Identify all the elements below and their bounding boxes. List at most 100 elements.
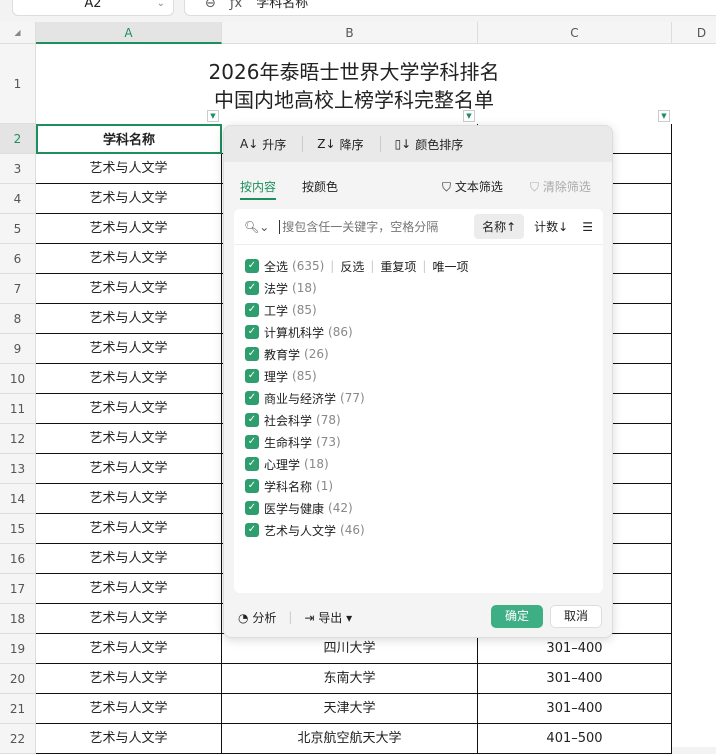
cell-a[interactable]: 艺术与人文学 — [36, 724, 222, 754]
export-button[interactable]: ⇥ 导出 ▾ — [304, 609, 352, 626]
cell-a[interactable]: 艺术与人文学 — [36, 334, 222, 364]
clear-filter-button[interactable]: ⛉ 清除筛选 — [530, 178, 591, 195]
cell-a[interactable]: 艺术与人文学 — [36, 154, 222, 184]
invert-selection-link[interactable]: 反选 — [340, 258, 364, 275]
checkbox-checked-icon[interactable]: ✓ — [245, 479, 259, 493]
checkbox-checked-icon[interactable]: ✓ — [245, 435, 259, 449]
row-header[interactable]: 15 — [0, 514, 36, 544]
cell-b[interactable]: 东南大学 — [222, 664, 478, 694]
filter-value-item[interactable]: ✓ 理学 (85) — [245, 365, 603, 387]
sort-descending-button[interactable]: Z↓ 降序 — [317, 136, 381, 152]
checkbox-checked-icon[interactable]: ✓ — [245, 413, 259, 427]
filter-dropdown-c[interactable]: ▼ — [658, 110, 670, 122]
text-filter-button[interactable]: ⛉ 文本筛选 — [442, 178, 503, 195]
row-header[interactable]: 10 — [0, 364, 36, 394]
row-header[interactable]: 5 — [0, 214, 36, 244]
cell-b[interactable]: 四川大学 — [222, 634, 478, 664]
filter-value-item[interactable]: ✓ 学科名称 (1) — [245, 475, 603, 497]
unique-link[interactable]: 唯一项 — [432, 258, 468, 275]
cell-c[interactable]: 301–400 — [478, 634, 672, 664]
tab-by-color[interactable]: 按颜色 — [302, 178, 338, 195]
cell-a[interactable]: 艺术与人文学 — [36, 604, 222, 634]
cell-a[interactable]: 艺术与人文学 — [36, 694, 222, 724]
row-header[interactable]: 21 — [0, 694, 36, 724]
checkbox-checked-icon[interactable]: ✓ — [245, 259, 259, 273]
cell-a[interactable]: 艺术与人文学 — [36, 484, 222, 514]
search-scope-icon[interactable]: 🔍︎⌄ — [244, 220, 269, 234]
row-header[interactable]: 9 — [0, 334, 36, 364]
cell-c[interactable]: 301–400 — [478, 694, 672, 724]
cell-a[interactable]: 艺术与人文学 — [36, 244, 222, 274]
row-header[interactable]: 3 — [0, 154, 36, 184]
row-header[interactable]: 12 — [0, 424, 36, 454]
name-box[interactable]: A2 ⌄ — [12, 0, 174, 16]
ok-button[interactable]: 确定 — [491, 605, 543, 628]
checkbox-checked-icon[interactable]: ✓ — [245, 303, 259, 317]
row-header[interactable]: 16 — [0, 544, 36, 574]
row-header[interactable]: 6 — [0, 244, 36, 274]
tab-by-content[interactable]: 按内容 — [240, 178, 277, 200]
filter-value-item[interactable]: ✓ 计算机科学 (86) — [245, 321, 603, 343]
checkbox-checked-icon[interactable]: ✓ — [245, 501, 259, 515]
select-all-corner[interactable]: ◢ — [0, 22, 36, 44]
sort-by-name-button[interactable]: 名称↑ — [474, 214, 525, 239]
filter-value-item[interactable]: ✓ 工学 (85) — [245, 299, 603, 321]
cancel-button[interactable]: 取消 — [550, 605, 602, 628]
row-header[interactable]: 13 — [0, 454, 36, 484]
checkbox-checked-icon[interactable]: ✓ — [245, 369, 259, 383]
row-header[interactable]: 19 — [0, 634, 36, 664]
checkbox-checked-icon[interactable]: ✓ — [245, 281, 259, 295]
filter-value-item[interactable]: ✓ 法学 (18) — [245, 277, 603, 299]
search-input[interactable] — [279, 219, 475, 234]
column-header-a[interactable]: A — [36, 22, 222, 44]
checkbox-checked-icon[interactable]: ✓ — [245, 325, 259, 339]
column-header-b[interactable]: B — [222, 22, 478, 44]
zoom-icon[interactable]: ⊖ — [205, 0, 216, 11]
cell-a[interactable]: 学科名称 — [36, 124, 222, 154]
filter-value-item[interactable]: ✓ 社会科学 (78) — [245, 409, 603, 431]
checkbox-checked-icon[interactable]: ✓ — [245, 523, 259, 537]
chevron-down-icon[interactable]: ⌄ — [157, 0, 165, 13]
cell-a[interactable]: 艺术与人文学 — [36, 634, 222, 664]
cell-a[interactable]: 艺术与人文学 — [36, 454, 222, 484]
formula-input[interactable]: ⊖ ƒx 学科名称 — [184, 0, 716, 16]
row-header[interactable]: 17 — [0, 574, 36, 604]
cell-a[interactable]: 艺术与人文学 — [36, 184, 222, 214]
cell-a[interactable]: 艺术与人文学 — [36, 424, 222, 454]
cell-a[interactable]: 艺术与人文学 — [36, 574, 222, 604]
cell-a[interactable]: 艺术与人文学 — [36, 664, 222, 694]
checkbox-checked-icon[interactable]: ✓ — [245, 347, 259, 361]
sort-ascending-button[interactable]: A↓ 升序 — [240, 136, 304, 152]
filter-value-item[interactable]: ✓ 商业与经济学 (77) — [245, 387, 603, 409]
filter-value-item[interactable]: ✓ 心理学 (18) — [245, 453, 603, 475]
row-header[interactable]: 11 — [0, 394, 36, 424]
cell-a[interactable]: 艺术与人文学 — [36, 544, 222, 574]
filter-dropdown-b[interactable]: ▼ — [463, 110, 475, 122]
cell-c[interactable]: 401–500 — [478, 724, 672, 754]
checkbox-checked-icon[interactable]: ✓ — [245, 457, 259, 471]
sort-by-count-button[interactable]: 计数↓ — [534, 218, 568, 235]
row-header[interactable]: 22 — [0, 724, 36, 754]
cell-a[interactable]: 艺术与人文学 — [36, 214, 222, 244]
sort-by-color-button[interactable]: ▯↓ 颜色排序 — [395, 136, 480, 152]
cell-a[interactable]: 艺术与人文学 — [36, 274, 222, 304]
cell-a[interactable]: 艺术与人文学 — [36, 364, 222, 394]
filter-value-item[interactable]: ✓ 医学与健康 (42) — [245, 497, 603, 519]
filter-dropdown-a[interactable]: ▼ — [207, 110, 219, 122]
row-header[interactable]: 18 — [0, 604, 36, 634]
row-header[interactable]: 7 — [0, 274, 36, 304]
row-header[interactable]: 2 — [0, 124, 36, 154]
row-header[interactable]: 1 — [0, 44, 36, 124]
row-header[interactable]: 8 — [0, 304, 36, 334]
cell-b[interactable]: 天津大学 — [222, 694, 478, 724]
cell-a[interactable]: 艺术与人文学 — [36, 394, 222, 424]
filter-value-item[interactable]: ✓ 生命科学 (73) — [245, 431, 603, 453]
filter-value-item[interactable]: ✓ 教育学 (26) — [245, 343, 603, 365]
row-header[interactable]: 20 — [0, 664, 36, 694]
cell-c[interactable]: 301–400 — [478, 664, 672, 694]
select-all-item[interactable]: ✓ 全选 (635) | 反选 | 重复项 | 唯一项 — [245, 255, 603, 277]
duplicates-link[interactable]: 重复项 — [380, 258, 416, 275]
checkbox-checked-icon[interactable]: ✓ — [245, 391, 259, 405]
row-header[interactable]: 14 — [0, 484, 36, 514]
cell-a[interactable]: 艺术与人文学 — [36, 304, 222, 334]
